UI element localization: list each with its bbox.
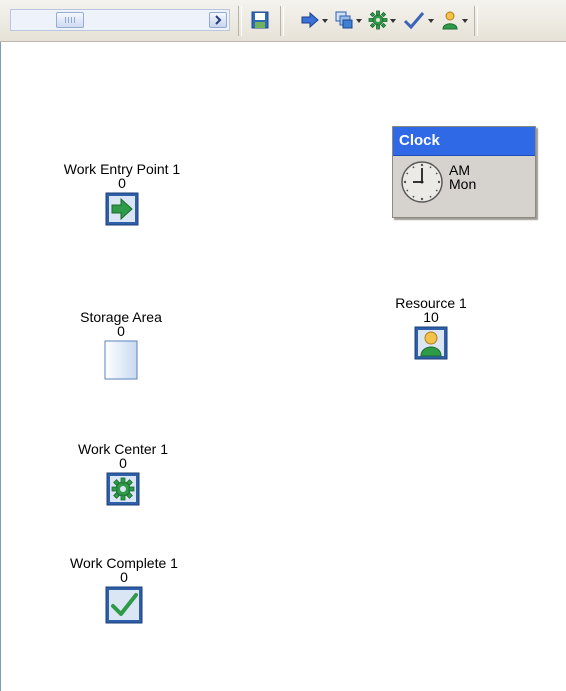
- dropdown-arrow-icon[interactable]: [462, 19, 468, 23]
- node-count: 10: [423, 309, 439, 325]
- gear-icon: [106, 472, 140, 508]
- save-icon: [251, 11, 269, 29]
- dropdown-arrow-icon[interactable]: [428, 19, 434, 23]
- add-storage-button[interactable]: [334, 10, 368, 32]
- arrow-right-icon: [301, 11, 319, 29]
- node-count: 0: [117, 323, 125, 339]
- storage-bin-icon: [104, 340, 138, 382]
- dropdown-arrow-icon[interactable]: [322, 19, 328, 23]
- clock-day: Mon: [449, 176, 477, 192]
- toolbar: [0, 0, 566, 42]
- node-label: Work Complete 1: [70, 555, 178, 571]
- person-icon: [414, 326, 448, 362]
- resource-node[interactable]: Resource 1 10: [366, 296, 496, 362]
- clock-ampm: AM: [449, 162, 470, 178]
- app-window: Work Entry Point 1 0 Resource 1 10 Stora…: [0, 0, 566, 691]
- work-complete-node[interactable]: Work Complete 1 0: [54, 556, 194, 626]
- storage-area-node[interactable]: Storage Area 0: [56, 310, 186, 382]
- stack-icon: [335, 11, 353, 29]
- dropdown-arrow-icon[interactable]: [390, 19, 396, 23]
- scrollbar-thumb[interactable]: [56, 12, 84, 28]
- person-icon: [442, 11, 458, 30]
- clock-icon: [399, 159, 445, 210]
- toolbar-separator: [238, 6, 242, 36]
- clock-widget[interactable]: Clock AM Mon: [392, 126, 536, 218]
- node-count: 0: [119, 455, 127, 471]
- add-work-entry-button[interactable]: [300, 10, 334, 32]
- arrow-right-icon: [105, 192, 139, 228]
- clock-title: Clock: [393, 127, 535, 156]
- node-count: 0: [120, 569, 128, 585]
- add-work-center-button[interactable]: [368, 10, 402, 32]
- chevron-right-icon: [215, 15, 222, 25]
- checkmark-icon: [403, 12, 425, 30]
- node-label: Work Entry Point 1: [63, 161, 181, 177]
- node-count: 0: [118, 175, 126, 191]
- horizontal-scrollbar[interactable]: [10, 9, 230, 31]
- add-resource-button[interactable]: [440, 10, 474, 32]
- node-label: Resource 1: [395, 295, 467, 311]
- toolbar-separator: [280, 6, 284, 36]
- toolbar-separator: [474, 6, 478, 36]
- save-button[interactable]: [250, 10, 270, 32]
- scroll-right-button[interactable]: [209, 12, 227, 28]
- clock-readout: AM Mon: [449, 163, 476, 191]
- checkmark-icon: [105, 586, 143, 626]
- gear-icon: [368, 10, 388, 30]
- work-entry-point-node[interactable]: Work Entry Point 1 0: [52, 162, 192, 228]
- node-label: Storage Area: [80, 309, 162, 325]
- node-label: Work Center 1: [78, 441, 168, 457]
- dropdown-arrow-icon[interactable]: [356, 19, 362, 23]
- work-center-node[interactable]: Work Center 1 0: [58, 442, 188, 508]
